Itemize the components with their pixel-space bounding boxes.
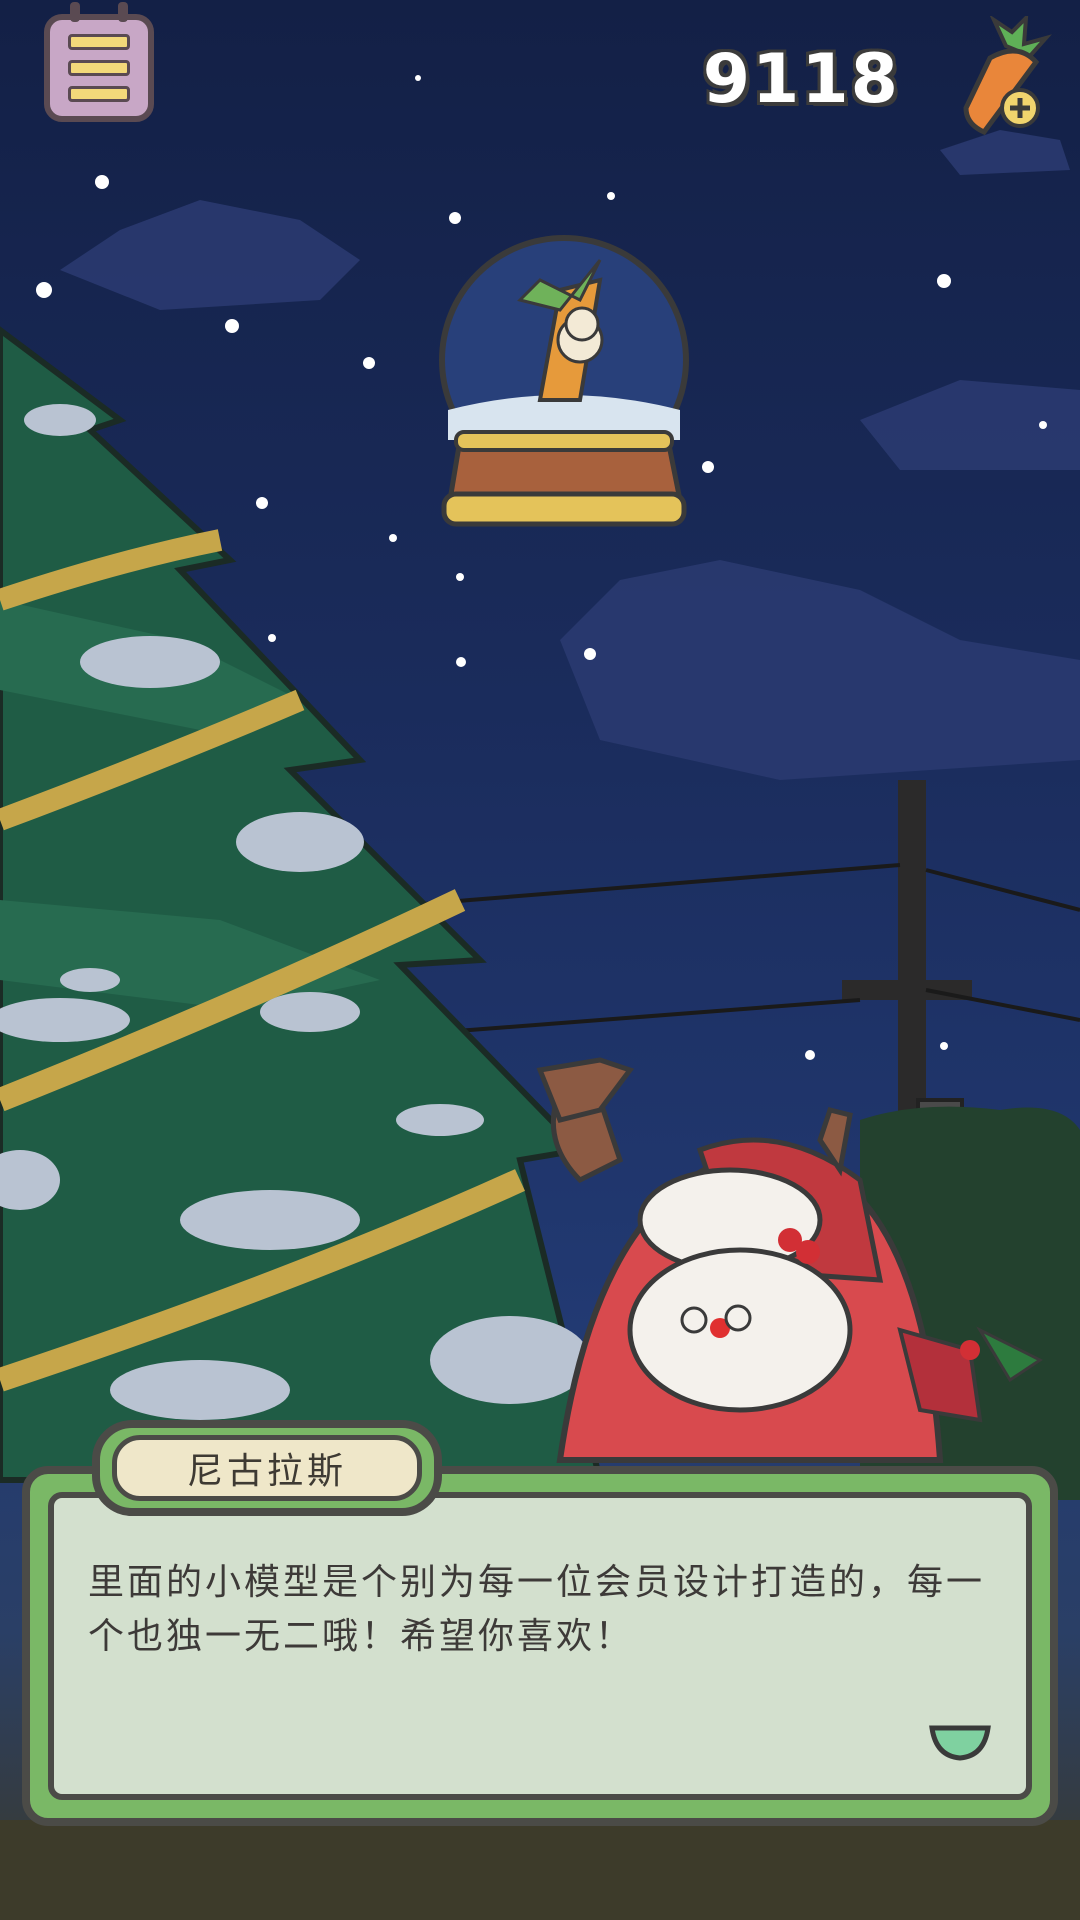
- next-arrow-icon[interactable]: [928, 1722, 992, 1762]
- menu-icon-bar: [68, 86, 130, 102]
- ground: [0, 1820, 1080, 1920]
- menu-button[interactable]: [44, 2, 154, 122]
- add-carrot-button[interactable]: [954, 16, 1054, 136]
- snow-globe: [439, 235, 689, 527]
- speaker-name: 尼古拉斯: [112, 1435, 422, 1501]
- carrot-count: 9118: [702, 40, 900, 119]
- menu-icon-bar: [68, 34, 130, 50]
- menu-icon-bar: [68, 60, 130, 76]
- dialog-text: 里面的小模型是个别为每一位会员设计打造的，每一个也独一无二哦！希望你喜欢！: [88, 1562, 986, 1657]
- speaker-name-tab: 尼古拉斯: [92, 1420, 442, 1516]
